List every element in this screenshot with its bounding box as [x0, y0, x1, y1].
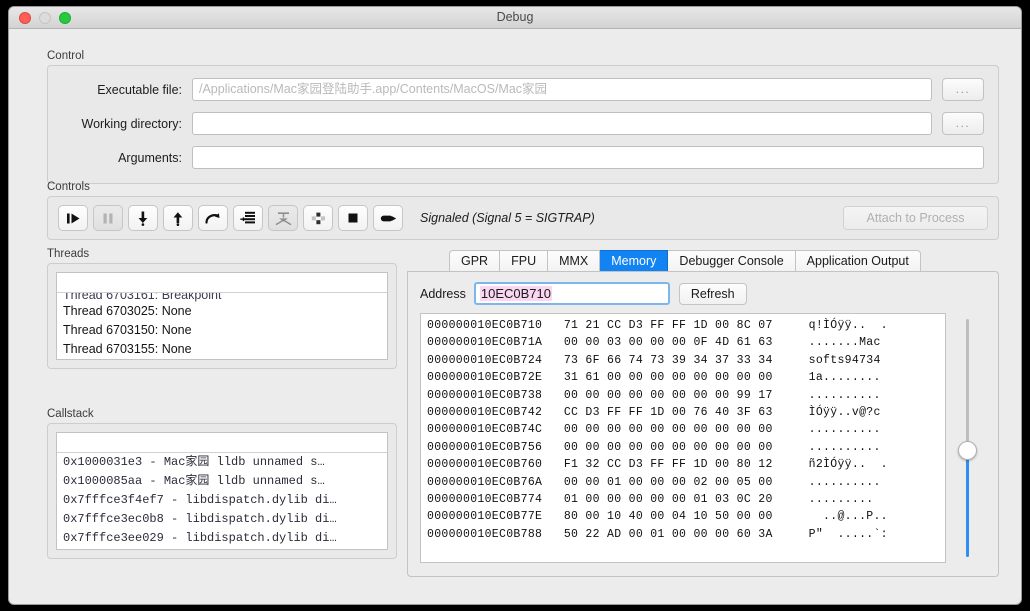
memory-vertical-slider[interactable]: [948, 313, 988, 563]
step-into-icon: [137, 211, 149, 226]
step-over-icon: [205, 212, 221, 225]
memory-hex-row: 000000010EC0B76A 00 00 01 00 00 00 02 00…: [427, 474, 945, 491]
working-directory-label: Working directory:: [62, 117, 192, 131]
terminate-button[interactable]: [373, 205, 403, 231]
executable-file-row: Executable file: /Applications/Mac家园登陆助手…: [62, 78, 984, 101]
callstack-list-item[interactable]: 0x7fffce3edc47 - libdispatch.dylib di…: [57, 548, 387, 550]
threads-list-item-clipped[interactable]: Thread 6703161: Breakpoint: [57, 293, 387, 302]
breakpoints-icon: [311, 212, 326, 225]
debug-window: Debug Control Executable file: /Applicat…: [8, 6, 1022, 605]
controls-section: Controls: [47, 181, 999, 240]
executable-file-input[interactable]: /Applications/Mac家园登陆助手.app/Contents/Mac…: [192, 78, 932, 101]
step-out-icon: [172, 211, 184, 226]
callstack-section: Callstack 0x1000031e3 - Mac家园 lldb unnam…: [47, 408, 397, 559]
memory-address-input[interactable]: 10EC0B710: [474, 282, 670, 305]
callstack-list[interactable]: 0x1000031e3 - Mac家园 lldb unnamed s… 0x10…: [56, 432, 388, 550]
tab-mmx[interactable]: MMX: [548, 250, 600, 272]
callstack-list-item[interactable]: 0x7fffce3ee029 - libdispatch.dylib di…: [57, 529, 387, 548]
slider-knob[interactable]: [958, 441, 977, 460]
working-directory-row: Working directory: ...: [62, 112, 984, 135]
memory-hex-row: 000000010EC0B738 00 00 00 00 00 00 00 00…: [427, 387, 945, 404]
memory-hex-row: 000000010EC0B71A 00 00 03 00 00 00 0F 4D…: [427, 334, 945, 351]
executable-file-browse-button[interactable]: ...: [942, 78, 984, 101]
memory-hex-row: 000000010EC0B77E 80 00 10 40 00 04 10 50…: [427, 508, 945, 525]
instruction-list-icon: [240, 211, 256, 225]
threads-list[interactable]: Thread 6703161: Breakpoint Thread 670302…: [56, 272, 388, 360]
debug-views-tabbar: GPR FPU MMX Memory Debugger Console Appl…: [449, 248, 999, 272]
callstack-list-item[interactable]: 0x1000031e3 - Mac家园 lldb unnamed s…: [57, 453, 387, 472]
debug-status-text: Signaled (Signal 5 = SIGTRAP): [420, 211, 595, 225]
stop-button[interactable]: [338, 205, 368, 231]
memory-hex-view[interactable]: 000000010EC0B710 71 21 CC D3 FF FF 1D 00…: [420, 313, 946, 563]
threads-list-item[interactable]: Thread 6703150: None: [57, 321, 387, 340]
memory-hex-row: 000000010EC0B72E 31 61 00 00 00 00 00 00…: [427, 369, 945, 386]
callstack-list-item[interactable]: 0x7fffce3f4ef7 - libdispatch.dylib di…: [57, 491, 387, 510]
memory-hex-row: 000000010EC0B710 71 21 CC D3 FF FF 1D 00…: [427, 317, 945, 334]
memory-tab-panel: Address 10EC0B710 Refresh 000000010EC0B7…: [407, 271, 999, 577]
breakpoints-button[interactable]: [303, 205, 333, 231]
tab-gpr[interactable]: GPR: [449, 250, 500, 272]
run-icon: [66, 212, 81, 225]
slider-fill: [966, 451, 969, 557]
threads-section: Threads Thread 6703161: Breakpoint Threa…: [47, 248, 397, 369]
memory-hex-row: 000000010EC0B760 F1 32 CC D3 FF FF 1D 00…: [427, 456, 945, 473]
working-directory-browse-button[interactable]: ...: [942, 112, 984, 135]
memory-address-label: Address: [420, 287, 466, 301]
memory-refresh-button[interactable]: Refresh: [679, 283, 747, 305]
run-to-cursor-icon: [275, 211, 292, 226]
memory-hex-row: 000000010EC0B74C 00 00 00 00 00 00 00 00…: [427, 421, 945, 438]
executable-file-label: Executable file:: [62, 83, 192, 97]
controls-group-box: Signaled (Signal 5 = SIGTRAP) Attach to …: [47, 196, 999, 240]
terminate-icon: [380, 213, 397, 224]
tab-memory[interactable]: Memory: [600, 250, 668, 272]
threads-list-item[interactable]: Thread 6703025: None: [57, 302, 387, 321]
tab-application-output[interactable]: Application Output: [796, 250, 921, 272]
callstack-list-item[interactable]: 0x7fffce3ec0b8 - libdispatch.dylib di…: [57, 510, 387, 529]
memory-hex-row: 000000010EC0B724 73 6F 66 74 73 39 34 37…: [427, 352, 945, 369]
callstack-group-label: Callstack: [47, 408, 397, 420]
threads-list-item[interactable]: Thread 6703155: None: [57, 340, 387, 359]
step-into-button[interactable]: [128, 205, 158, 231]
arguments-label: Arguments:: [62, 151, 192, 165]
threads-group-box: Thread 6703161: Breakpoint Thread 670302…: [47, 263, 397, 369]
arguments-input[interactable]: [192, 146, 984, 169]
memory-view-wrap: 000000010EC0B710 71 21 CC D3 FF FF 1D 00…: [420, 313, 988, 563]
window-title: Debug: [9, 10, 1021, 24]
callstack-group-box: 0x1000031e3 - Mac家园 lldb unnamed s… 0x10…: [47, 423, 397, 559]
callstack-list-item[interactable]: 0x1000085aa - Mac家园 lldb unnamed s…: [57, 472, 387, 491]
run-to-cursor-button[interactable]: [268, 205, 298, 231]
threads-list-item[interactable]: Thread 6704055: None: [57, 359, 387, 360]
memory-hex-row: 000000010EC0B774 01 00 00 00 00 00 01 03…: [427, 491, 945, 508]
tab-fpu[interactable]: FPU: [500, 250, 548, 272]
memory-address-row: Address 10EC0B710 Refresh: [420, 282, 988, 305]
memory-hex-row: 000000010EC0B742 CC D3 FF FF 1D 00 76 40…: [427, 404, 945, 421]
memory-hex-row: 000000010EC0B788 50 22 AD 00 01 00 00 00…: [427, 526, 945, 543]
run-button[interactable]: [58, 205, 88, 231]
attach-to-process-button[interactable]: Attach to Process: [843, 206, 988, 230]
control-group-box: Executable file: /Applications/Mac家园登陆助手…: [47, 65, 999, 184]
debug-views-pane: GPR FPU MMX Memory Debugger Console Appl…: [407, 248, 999, 578]
pause-icon: [102, 212, 114, 225]
title-bar: Debug: [9, 7, 1021, 29]
pause-button[interactable]: [93, 205, 123, 231]
working-directory-input[interactable]: [192, 112, 932, 135]
threads-group-label: Threads: [47, 248, 397, 260]
threads-list-header: [57, 273, 387, 293]
arguments-row: Arguments:: [62, 146, 984, 169]
tab-debugger-console[interactable]: Debugger Console: [668, 250, 795, 272]
step-out-button[interactable]: [163, 205, 193, 231]
stop-square-icon: [347, 212, 359, 224]
control-group-label: Control: [47, 50, 999, 62]
memory-address-value: 10EC0B710: [480, 286, 552, 301]
step-over-button[interactable]: [198, 205, 228, 231]
instruction-step-button[interactable]: [233, 205, 263, 231]
callstack-list-header: [57, 433, 387, 453]
control-section: Control Executable file: /Applications/M…: [47, 50, 999, 184]
controls-group-label: Controls: [47, 181, 999, 193]
memory-hex-row: 000000010EC0B756 00 00 00 00 00 00 00 00…: [427, 439, 945, 456]
